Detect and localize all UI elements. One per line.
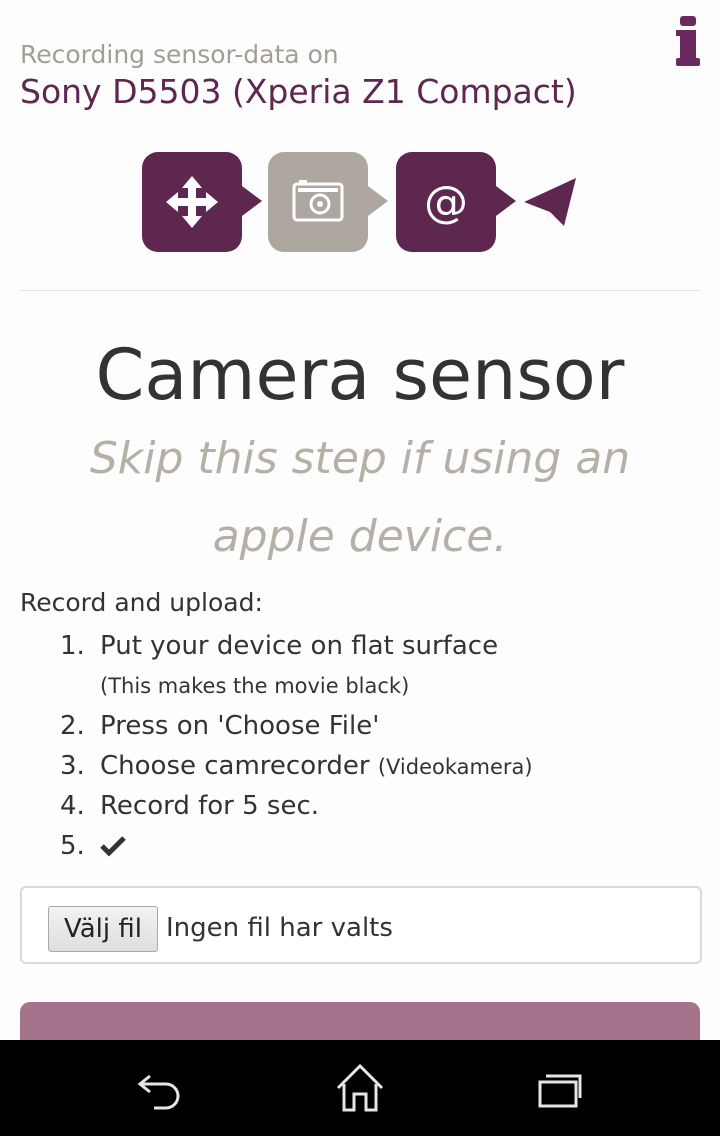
item-text: Record for 5 sec. <box>100 791 320 821</box>
item-text: Put your device on flat surface <box>100 631 499 661</box>
list-item: 3. Choose camrecorder (Videokamera) <box>60 746 700 786</box>
android-navigation-bar <box>0 1040 720 1136</box>
submit-button[interactable] <box>20 1002 700 1040</box>
recent-apps-icon[interactable] <box>530 1062 590 1114</box>
instructions-intro: Record and upload: <box>20 588 263 617</box>
list-item: 5. <box>60 826 700 866</box>
item-small-text: (Videokamera) <box>377 755 533 779</box>
info-icon[interactable] <box>676 16 700 68</box>
page-subtitle: Skip this step if using an apple device. <box>89 433 631 562</box>
step-connector <box>368 186 388 216</box>
item-number: 3. <box>60 751 85 781</box>
list-item: 4. Record for 5 sec. <box>60 786 700 826</box>
item-number: 5. <box>60 831 85 861</box>
choose-file-button[interactable]: Välj fil <box>48 906 158 952</box>
step-email[interactable]: @ <box>396 152 496 252</box>
step-indicator: @ <box>0 150 720 254</box>
list-item-note: (This makes the movie black) <box>60 666 700 706</box>
list-item: 1. Put your device on flat surface <box>60 626 700 666</box>
file-status-text: Ingen fil har valts <box>166 913 393 943</box>
home-icon[interactable] <box>330 1062 390 1114</box>
item-number: 2. <box>60 711 85 741</box>
divider <box>20 290 700 291</box>
camera-icon <box>292 180 344 222</box>
device-name: Sony D5503 (Xperia Z1 Compact) <box>20 72 577 111</box>
item-number: 1. <box>60 631 85 661</box>
step-connector <box>242 186 262 216</box>
page: Recording sensor-data on Sony D5503 (Xpe… <box>0 0 720 1040</box>
paper-plane-icon[interactable] <box>520 172 580 232</box>
item-text: Press on 'Choose File' <box>100 711 380 741</box>
step-camera[interactable] <box>268 152 368 252</box>
header-subtitle: Recording sensor-data on <box>20 40 339 69</box>
move-arrows-icon <box>166 176 218 228</box>
file-upload-field[interactable]: Välj fil Ingen fil har valts <box>20 886 702 964</box>
back-icon[interactable] <box>130 1062 190 1114</box>
at-sign-icon: @ <box>424 176 468 228</box>
item-note: (This makes the movie black) <box>100 674 410 698</box>
step-connector <box>496 186 516 216</box>
step-motion[interactable] <box>142 152 242 252</box>
item-number: 4. <box>60 791 85 821</box>
instructions-list: 1. Put your device on flat surface (This… <box>60 626 700 866</box>
item-text: Choose camrecorder <box>100 751 370 781</box>
page-title: Camera sensor <box>95 334 625 416</box>
list-item: 2. Press on 'Choose File' <box>60 706 700 746</box>
item-text-wrapper: Choose camrecorder (Videokamera) <box>100 746 533 787</box>
checkmark-icon <box>100 836 126 857</box>
